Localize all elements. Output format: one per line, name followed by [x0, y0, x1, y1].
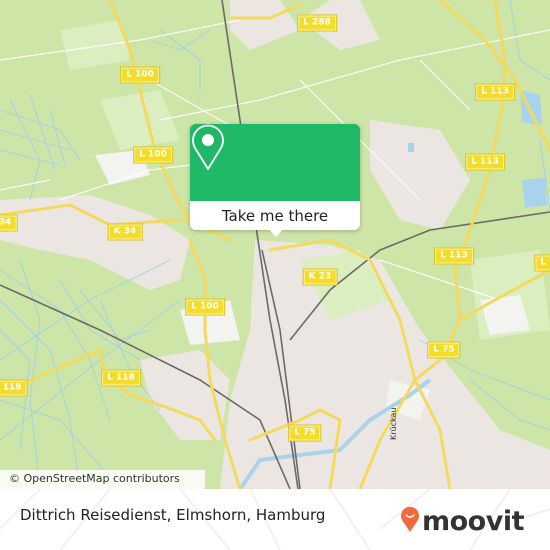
road-label: K 23 [302, 268, 338, 286]
road-label: L 113 [475, 83, 515, 101]
road-label: L 7 [534, 254, 550, 272]
road-label: L 100 [185, 298, 225, 316]
popup-pointer [269, 229, 283, 237]
road-label: 34 [0, 214, 18, 232]
moovit-logo[interactable]: moovit [400, 501, 525, 541]
location-popup: Take me there [190, 124, 360, 230]
road-label: L 75 [427, 341, 461, 359]
road-label: L 113 [434, 247, 474, 265]
map-view[interactable]: L 100 L 100 34 K 34 L 100 118 L 118 L 28… [0, 0, 550, 489]
road-label: 118 [0, 379, 28, 397]
map-attribution[interactable]: © OpenStreetMap contributors [0, 470, 205, 489]
footer-bar: Dittrich Reisedienst, Elmshorn, Hamburg … [0, 489, 550, 550]
moovit-pin-icon [400, 505, 420, 537]
moovit-wordmark: moovit [422, 505, 525, 537]
road-label: L 75 [288, 424, 322, 442]
map-widget: L 100 L 100 34 K 34 L 100 118 L 118 L 28… [0, 0, 550, 550]
road-label: L 100 [133, 146, 173, 164]
popup-header [190, 124, 360, 201]
place-name: Dittrich Reisedienst, Elmshorn, Hamburg [20, 506, 326, 524]
take-me-there-button[interactable]: Take me there [190, 201, 360, 230]
road-label: L 118 [101, 369, 141, 387]
road-label: K 34 [107, 223, 143, 241]
map-tiles [0, 0, 550, 489]
road-label: L 288 [297, 14, 337, 32]
river-label: Krückau [389, 407, 398, 440]
road-label: L 100 [120, 66, 160, 84]
road-label: L 113 [465, 153, 505, 171]
